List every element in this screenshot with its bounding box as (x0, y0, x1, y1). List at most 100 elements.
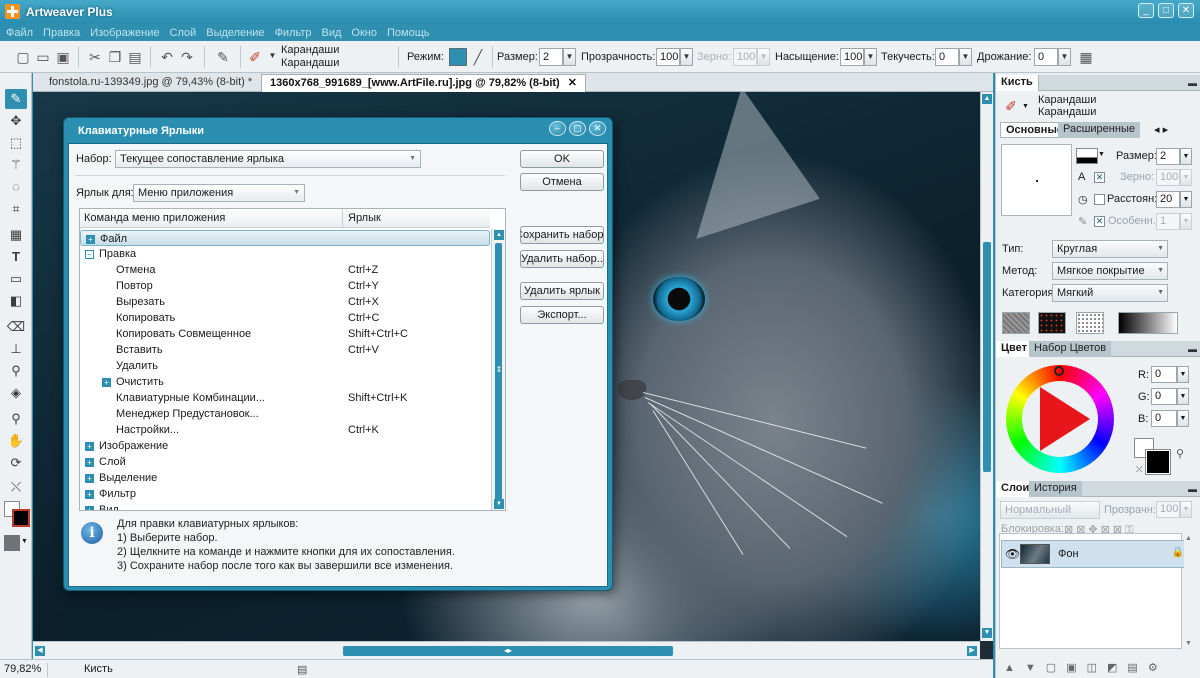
tab-document-1[interactable]: fonstola.ru-139349.jpg @ 79,43% (8-bit) … (41, 74, 260, 92)
color-triangle[interactable] (1040, 387, 1090, 451)
tree-row[interactable]: − Правка (80, 246, 490, 262)
tree-row[interactable]: + Вид (80, 502, 490, 510)
crop-tool-icon[interactable]: ⌗ (5, 199, 27, 219)
expand-icon[interactable]: + (85, 474, 94, 483)
swap-colors-icon[interactable]: ⤬ (1136, 465, 1142, 475)
export-button[interactable]: Экспорт... (520, 306, 604, 324)
paper-texture-icon[interactable] (1038, 312, 1066, 334)
menu-edit[interactable]: Правка (43, 27, 80, 39)
menu-window[interactable]: Окно (351, 27, 377, 39)
perspective-tool-icon[interactable]: ▦ (5, 225, 27, 245)
layer-row[interactable]: 👁 Фон 🔒 (1001, 540, 1191, 568)
save-icon[interactable]: ▣ (54, 48, 72, 66)
gradient-texture-icon[interactable] (1118, 312, 1178, 334)
layer-scrollbar[interactable]: ▲ ▼ (1184, 533, 1196, 649)
brush-tool-icon[interactable]: ✎ (214, 48, 232, 66)
new-file-icon[interactable]: ▢ (14, 48, 32, 66)
delete-set-button[interactable]: Удалить набор... (520, 250, 604, 268)
size-field[interactable]: 2 (1156, 148, 1180, 165)
rotate-tool-icon[interactable]: ⟳ (5, 453, 27, 473)
panel-menu-icon[interactable]: ▬ (1188, 344, 1197, 354)
tree-row[interactable]: Менеджер Предустановок... (80, 406, 490, 422)
tab-scroll-icon[interactable]: ◂ ▸ (1154, 123, 1168, 136)
eyedropper-icon[interactable]: ⚲ (1176, 447, 1184, 460)
tree-row[interactable]: + Изображение (80, 438, 490, 454)
method-select[interactable]: Мягкое покрытие ▼ (1052, 262, 1168, 280)
close-button[interactable]: ✕ (1178, 3, 1194, 18)
spacing-field[interactable]: 20 (1156, 191, 1180, 208)
new-layer-icon[interactable]: ▢ (1046, 661, 1056, 674)
grain-texture-icon[interactable] (1002, 312, 1030, 334)
tree-row[interactable]: + Выделение (80, 470, 490, 486)
minimize-button[interactable]: _ (1138, 3, 1154, 18)
redo-icon[interactable]: ↷ (178, 48, 196, 66)
brush-tool-icon[interactable]: ✎ (5, 89, 27, 109)
horizontal-scrollbar[interactable]: ◀ ◂▸ ▶ (33, 641, 980, 659)
r-dropdown[interactable]: ▼ (1177, 366, 1189, 383)
tab-advanced[interactable]: Расширенные (1058, 122, 1140, 138)
expand-icon[interactable]: + (85, 442, 94, 451)
close-icon[interactable]: ✕ (568, 77, 577, 89)
line-icon[interactable]: ╱ (469, 48, 487, 66)
color-wheel[interactable] (1006, 365, 1114, 473)
duplicate-layer-icon[interactable]: ▣ (1066, 661, 1076, 674)
rect-select-tool-icon[interactable]: ⬚ (5, 133, 27, 153)
brush-shape-icon[interactable] (1076, 148, 1098, 164)
grain-checkbox[interactable]: ✕ (1094, 172, 1105, 183)
magic-wand-tool-icon[interactable]: ⚚ (5, 155, 27, 175)
scroll-right-icon[interactable]: ▶ (967, 646, 977, 656)
scroll-down-icon[interactable]: ▼ (982, 628, 992, 638)
chevron-down-icon[interactable]: ▼ (1098, 151, 1105, 158)
expand-icon[interactable]: + (85, 458, 94, 467)
save-set-button[interactable]: Сохранить набор... (520, 226, 604, 244)
pencil-preset-icon[interactable]: ✐ (246, 48, 264, 66)
expand-icon[interactable]: + (86, 235, 95, 244)
texture-swatch[interactable] (4, 535, 20, 551)
move-down-icon[interactable]: ▼ (1025, 662, 1036, 674)
lasso-tool-icon[interactable]: ◌ (5, 177, 27, 197)
menu-file[interactable]: Файл (6, 27, 33, 39)
shortcut-column-header[interactable]: Ярлык (348, 212, 381, 224)
tab-document-2[interactable]: 1360x768_991689_[www.ArtFile.ru].jpg @ 7… (261, 74, 586, 92)
shortcut-for-select[interactable]: Меню приложения ▼ (133, 184, 305, 202)
opacity-field[interactable]: 100 (656, 48, 680, 66)
eyedropper-tool-icon[interactable]: ⚲ (5, 361, 27, 381)
cancel-button[interactable]: Отмена (520, 173, 604, 191)
panel-menu-icon[interactable]: ▬ (1188, 78, 1197, 88)
set-select[interactable]: Текущее сопоставление ярлыка ▼ (115, 150, 421, 168)
dot-texture-icon[interactable] (1076, 312, 1104, 334)
cut-icon[interactable]: ✂ (86, 48, 104, 66)
stamp-tool-icon[interactable]: ⊥ (5, 339, 27, 359)
layer-style-icon[interactable]: ◫ (1087, 661, 1097, 674)
special-checkbox[interactable]: ✕ (1094, 216, 1105, 227)
scroll-left-icon[interactable]: ◀ (35, 646, 45, 656)
expand-icon[interactable]: + (85, 490, 94, 499)
hue-marker[interactable] (1054, 366, 1064, 376)
tree-row[interactable]: Копировать Ctrl+C (80, 310, 490, 326)
menu-image[interactable]: Изображение (90, 27, 159, 39)
opacity-dropdown[interactable]: ▼ (680, 48, 693, 66)
expand-icon[interactable]: + (85, 506, 94, 510)
size-dropdown[interactable]: ▼ (563, 48, 576, 66)
g-field[interactable]: 0 (1151, 388, 1177, 405)
foreground-color-swatch[interactable] (1145, 449, 1171, 475)
fill-bucket-tool-icon[interactable]: ◈ (5, 383, 27, 403)
saturation-field[interactable]: 100 (840, 48, 864, 66)
visibility-eye-icon[interactable]: 👁 (1005, 547, 1020, 561)
eraser-tool-icon[interactable]: ⌫ (5, 317, 27, 337)
menu-filter[interactable]: Фильтр (275, 27, 312, 39)
paste-icon[interactable]: ▤ (126, 48, 144, 66)
size-field[interactable]: 2 (539, 48, 563, 66)
collapse-icon[interactable]: − (85, 250, 94, 259)
size-dropdown[interactable]: ▼ (1180, 148, 1192, 165)
scroll-up-icon[interactable]: ▲ (982, 94, 992, 104)
tree-row[interactable]: Клавиатурные Комбинации... Shift+Ctrl+K (80, 390, 490, 406)
tab-swatches[interactable]: Набор Цветов (1029, 341, 1112, 357)
category-select[interactable]: Мягкий ▼ (1052, 284, 1168, 302)
type-select[interactable]: Круглая ▼ (1052, 240, 1168, 258)
scroll-down-icon[interactable]: ▼ (494, 499, 504, 509)
chevron-down-icon[interactable]: ▼ (21, 538, 28, 545)
command-column-header[interactable]: Команда меню приложения (84, 212, 225, 224)
expand-icon[interactable]: + (102, 378, 111, 387)
dialog-close-icon[interactable]: ✕ (589, 121, 606, 136)
